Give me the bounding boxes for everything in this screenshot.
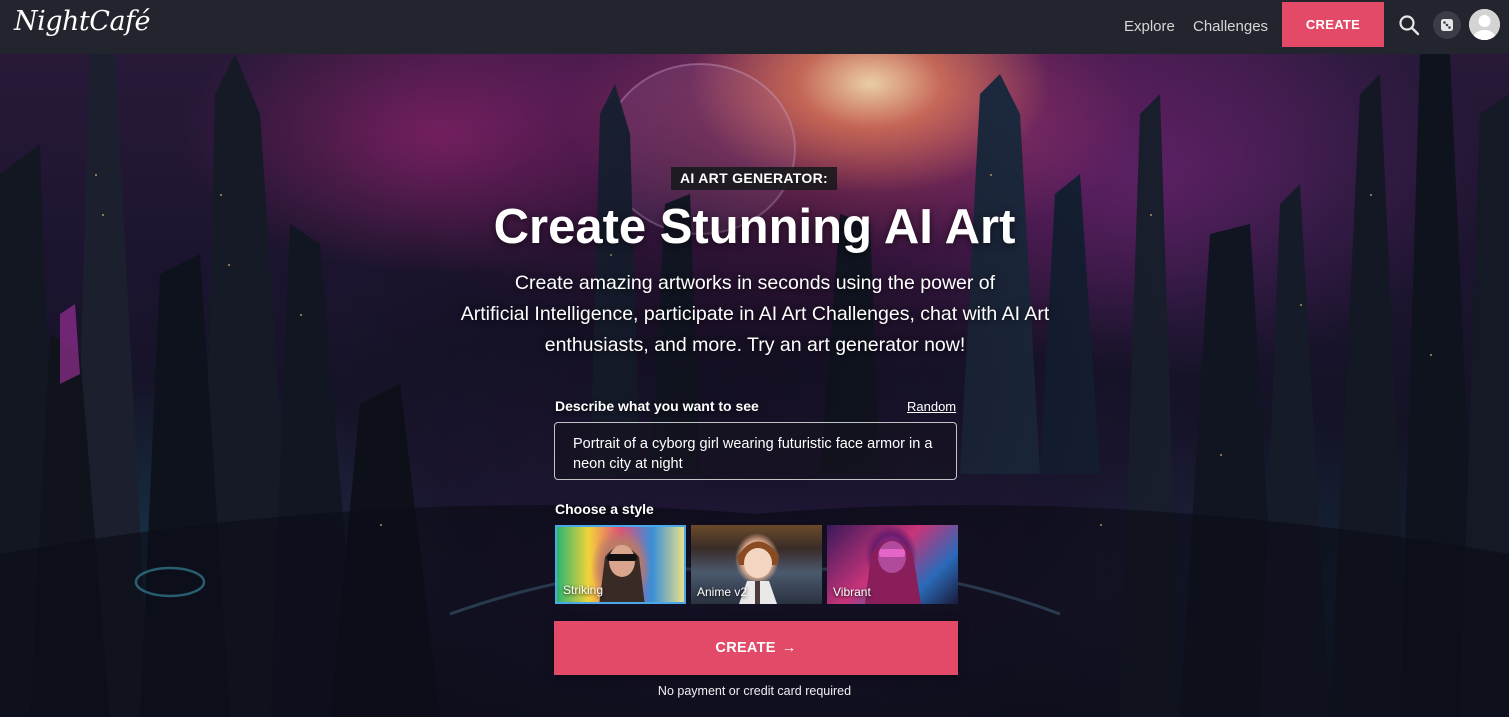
page-title: Create Stunning AI Art bbox=[493, 200, 1016, 254]
prompt-label: Describe what you want to see bbox=[555, 398, 759, 414]
nav-explore-link[interactable]: Explore bbox=[1124, 18, 1175, 35]
style-label-vibrant: Vibrant bbox=[833, 585, 871, 599]
arrow-right-icon: → bbox=[781, 640, 797, 656]
subtitle-line: enthusiasts, and more. Try an art genera… bbox=[544, 334, 966, 356]
style-option-vibrant[interactable]: Vibrant bbox=[827, 525, 958, 604]
create-button[interactable]: CREATE → bbox=[554, 621, 958, 675]
subtitle-line: Artificial Intelligence, participate in … bbox=[460, 303, 1050, 325]
hero-overlay bbox=[0, 54, 1509, 717]
nav-challenges-link[interactable]: Challenges bbox=[1193, 18, 1268, 35]
random-prompt-link[interactable]: Random bbox=[907, 399, 956, 414]
style-option-anime-v2[interactable]: Anime v2 bbox=[691, 525, 822, 604]
top-navbar: NightCafé Explore Challenges CREATE bbox=[0, 0, 1509, 54]
dice-icon[interactable] bbox=[1433, 11, 1461, 39]
no-payment-note: No payment or credit card required bbox=[657, 684, 852, 698]
style-picker: Striking Anime v2 Vibrant bbox=[555, 525, 958, 604]
nav-create-button[interactable]: CREATE bbox=[1282, 2, 1384, 47]
ai-art-generator-badge: AI ART GENERATOR: bbox=[671, 167, 837, 190]
hero-subtitle: Create amazing artworks in seconds using… bbox=[404, 268, 1106, 361]
page: NightCafé Explore Challenges CREATE AI A… bbox=[0, 0, 1509, 717]
style-label-anime-v2: Anime v2 bbox=[697, 585, 748, 599]
hero-background bbox=[0, 54, 1509, 717]
avatar-icon[interactable] bbox=[1469, 9, 1500, 40]
style-label-striking: Striking bbox=[563, 583, 604, 597]
create-button-label: CREATE bbox=[715, 640, 776, 656]
prompt-input[interactable]: Portrait of a cyborg girl wearing futuri… bbox=[554, 422, 957, 480]
nightcafe-logo[interactable]: NightCafé bbox=[14, 6, 151, 37]
style-label: Choose a style bbox=[555, 501, 654, 517]
search-icon[interactable] bbox=[1398, 14, 1420, 36]
subtitle-line: Create amazing artworks in seconds using… bbox=[514, 272, 996, 294]
style-option-striking[interactable]: Striking bbox=[555, 525, 686, 604]
